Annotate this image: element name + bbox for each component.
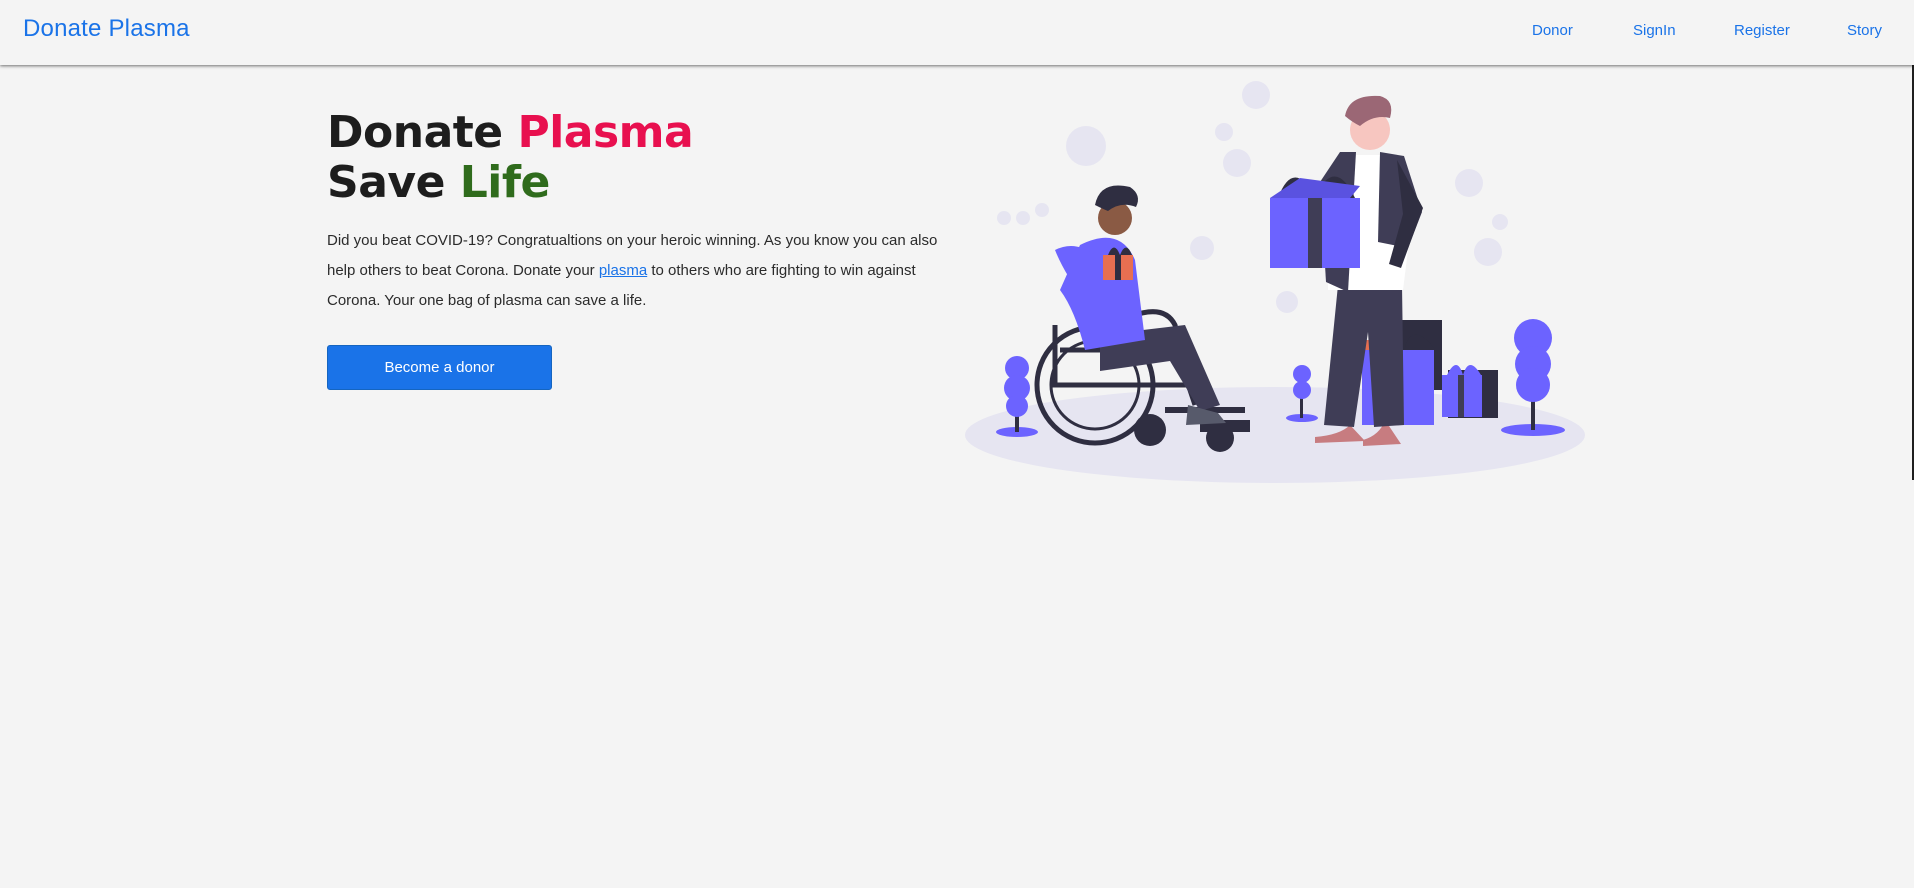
held-gift: [1270, 176, 1360, 268]
seated-man: [1055, 185, 1226, 425]
plasma-link[interactable]: plasma: [599, 262, 647, 279]
become-donor-button[interactable]: Become a donor: [327, 345, 552, 390]
wheelchair-gift-illustration: [965, 81, 1585, 483]
hero-title-life: Life: [459, 157, 551, 208]
top-navbar: Donate Plasma Donor SignIn Register Stor…: [0, 0, 1914, 65]
brand-logo-link[interactable]: Donate Plasma: [23, 15, 190, 43]
nav-link-donor[interactable]: Donor: [1532, 22, 1573, 39]
hero-title-donate: Donate: [327, 107, 518, 158]
nav-link-story[interactable]: Story: [1847, 22, 1882, 39]
nav-link-register[interactable]: Register: [1734, 22, 1790, 39]
hero-title: Donate Plasma Save Life: [327, 107, 694, 208]
hero-title-plasma: Plasma: [517, 107, 694, 158]
hero-title-save: Save: [327, 157, 460, 208]
hero-description: Did you beat COVID-19? Congratualtions o…: [327, 226, 947, 316]
nav-link-signin[interactable]: SignIn: [1633, 22, 1676, 39]
